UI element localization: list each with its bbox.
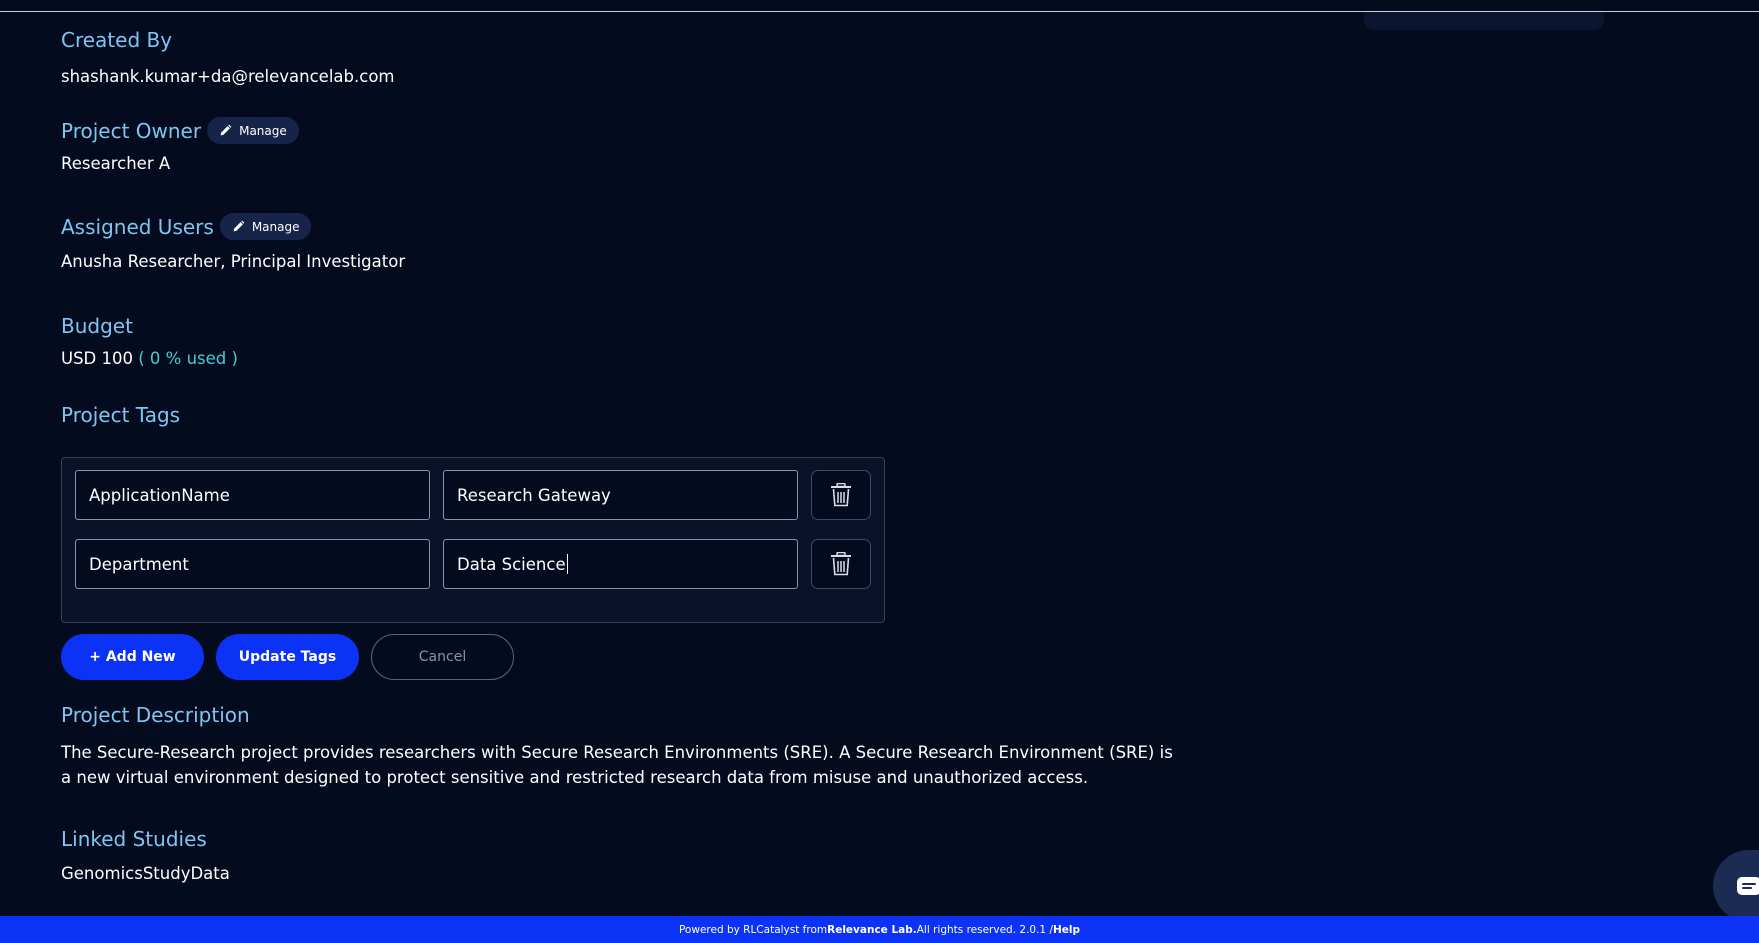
footer-brand: Relevance Lab. (827, 923, 917, 936)
tag-key-input[interactable]: ApplicationName (75, 470, 430, 520)
help-link[interactable]: Help (1053, 924, 1080, 936)
delete-tag-button[interactable] (811, 539, 871, 589)
add-new-tag-button[interactable]: + Add New (61, 634, 204, 680)
assigned-users-value: Anusha Researcher, Principal Investigato… (61, 252, 406, 271)
delete-tag-button[interactable] (811, 470, 871, 520)
linked-study-item: GenomicsStudyData (61, 864, 230, 883)
project-description-heading: Project Description (61, 703, 250, 727)
tag-value-text: Research Gateway (457, 485, 611, 505)
budget-title: Budget (61, 314, 133, 338)
project-owner-value: Researcher A (61, 154, 171, 173)
budget-used: ( 0 % used ) (138, 349, 238, 368)
linked-studies-heading: Linked Studies (61, 827, 207, 851)
created-by-title: Created By (61, 28, 173, 52)
cancel-button[interactable]: Cancel (371, 634, 514, 680)
pencil-icon (233, 220, 245, 232)
pencil-icon (220, 124, 232, 136)
collapsed-panel (1364, 12, 1604, 30)
assigned-users-heading: Assigned Users Manage (61, 213, 312, 240)
project-owner-title: Project Owner (61, 118, 202, 143)
project-description-title: Project Description (61, 703, 250, 727)
tag-row: ApplicationName Research Gateway (75, 470, 871, 520)
project-tags-heading: Project Tags (61, 403, 180, 427)
created-by-value: shashank.kumar+da@relevancelab.com (61, 67, 395, 86)
footer-middle: All rights reserved. 2.0.1 / (916, 923, 1053, 936)
tag-value-text: Data Science (457, 554, 566, 574)
project-owner-heading: Project Owner Manage (61, 117, 299, 144)
tag-key-text: Department (89, 554, 189, 574)
chat-launcher-button[interactable] (1713, 850, 1759, 922)
footer: Powered by RLCatalyst from Relevance Lab… (0, 916, 1759, 943)
project-tags-title: Project Tags (61, 403, 181, 427)
trash-icon (831, 483, 851, 507)
manage-owner-button[interactable]: Manage (207, 117, 299, 144)
tags-editor: ApplicationName Research Gateway Departm… (61, 457, 885, 623)
created-by-heading: Created By (61, 28, 172, 52)
tag-key-text: ApplicationName (89, 485, 230, 505)
trash-icon (831, 552, 851, 576)
tag-actions: + Add New Update Tags Cancel (61, 634, 514, 680)
assigned-users-title: Assigned Users (61, 214, 214, 239)
footer-prefix: Powered by RLCatalyst from (678, 923, 828, 936)
project-description-text: The Secure-Research project provides res… (61, 743, 1173, 787)
tag-value-input[interactable]: Data Science (443, 539, 798, 589)
manage-users-button[interactable]: Manage (219, 213, 312, 240)
tag-key-input[interactable]: Department (75, 539, 430, 589)
linked-studies-title: Linked Studies (61, 827, 207, 851)
budget-value: USD 100 ( 0 % used ) (61, 349, 238, 368)
tag-value-input[interactable]: Research Gateway (443, 470, 798, 520)
update-tags-button[interactable]: Update Tags (216, 634, 359, 680)
text-cursor (566, 554, 568, 574)
tag-row: Department Data Science (75, 539, 871, 589)
chat-icon (1737, 877, 1759, 895)
budget-heading: Budget (61, 314, 133, 338)
budget-amount: USD 100 (61, 349, 133, 368)
manage-owner-label: Manage (239, 123, 287, 138)
manage-users-label: Manage (251, 219, 300, 234)
